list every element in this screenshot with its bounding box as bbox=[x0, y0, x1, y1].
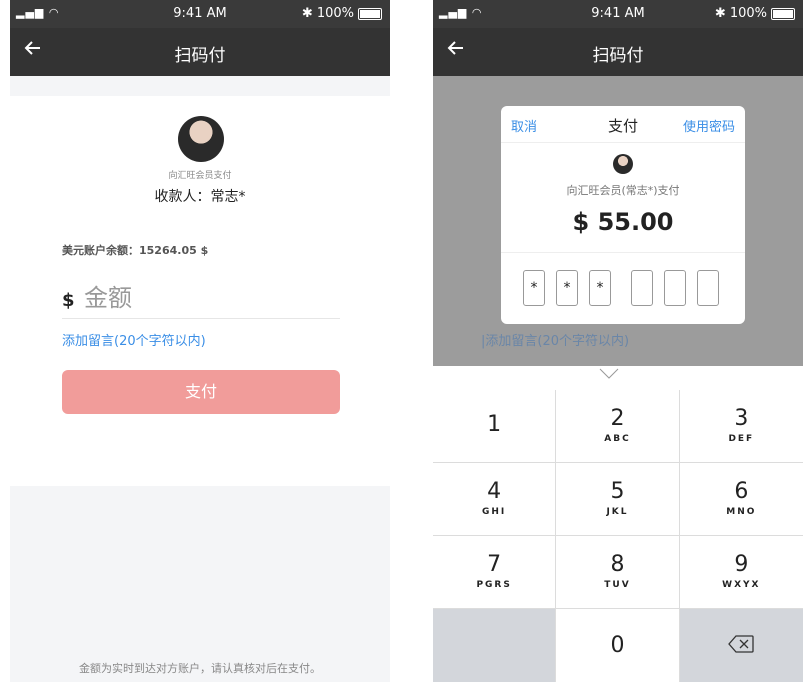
key-digit: 6 bbox=[734, 479, 749, 504]
chevron-down-icon[interactable] bbox=[599, 368, 619, 380]
backspace-icon bbox=[680, 635, 803, 657]
key-digit: 9 bbox=[734, 552, 749, 577]
key-letters: WXYX bbox=[722, 580, 761, 590]
key-letters: GHI bbox=[482, 507, 507, 517]
page-title: 扫码付 bbox=[174, 46, 226, 66]
avatar bbox=[613, 154, 633, 174]
payee-name: 收款人：常志* bbox=[154, 189, 246, 205]
amount-input[interactable]: $ 金额 bbox=[62, 278, 340, 319]
nav-bar: 扫码付 bbox=[433, 28, 803, 76]
key-letters: ABC bbox=[604, 434, 631, 444]
pin-digit[interactable] bbox=[697, 270, 719, 306]
key-letters: DEF bbox=[728, 434, 755, 444]
payment-amount: $ 55.00 bbox=[572, 208, 674, 236]
payee-subtitle: 向汇旺会员(常志*)支付 bbox=[566, 184, 680, 197]
key-5[interactable]: 5 JKL bbox=[556, 463, 680, 536]
page-title: 扫码付 bbox=[592, 46, 644, 66]
key-digit: 5 bbox=[610, 479, 625, 504]
pin-digit[interactable]: * bbox=[589, 270, 611, 306]
number-keypad: 1 2 ABC 3 DEF 4 GHI 5 JKL 6 MNO 7 PGRS 8 TUV 9 W… bbox=[433, 390, 803, 682]
pin-digit[interactable]: * bbox=[556, 270, 578, 306]
key-1[interactable]: 1 bbox=[433, 390, 557, 463]
key-0[interactable]: 0 bbox=[556, 609, 680, 682]
add-remark-link[interactable]: |添加留言(20个字符以内) bbox=[481, 330, 629, 349]
battery-percent: 100% bbox=[316, 6, 354, 21]
nav-bar: 扫码付 bbox=[10, 28, 390, 76]
payee-subtitle: 向汇旺会员支付 bbox=[168, 171, 232, 181]
key-digit: 0 bbox=[610, 633, 625, 658]
avatar bbox=[178, 116, 224, 162]
payment-dialog: 取消 支付 使用密码 向汇旺会员(常志*)支付 $ 55.00 * * * bbox=[501, 106, 745, 324]
pin-digit[interactable]: * bbox=[523, 270, 545, 306]
payment-form: 美元账户余额：15264.05 $ $ 金额 添加留言(20个字符以内) bbox=[10, 226, 390, 352]
battery-indicator: ✱ 100% bbox=[302, 6, 382, 21]
key-letters: PGRS bbox=[476, 580, 512, 590]
footnote: 金额为实时到达对方账户，请认真核对后在支付。 bbox=[79, 662, 321, 675]
key-9[interactable]: 9 WXYX bbox=[679, 536, 803, 609]
key-8[interactable]: 8 TUV bbox=[556, 536, 680, 609]
balance-text: 美元账户余额：15264.05 $ bbox=[62, 244, 209, 257]
key-3[interactable]: 3 DEF bbox=[679, 390, 803, 463]
key-letters: JKL bbox=[606, 507, 629, 517]
add-remark-link[interactable]: 添加留言(20个字符以内) bbox=[62, 330, 206, 349]
payment-screen: ▂▄▆ ◠ 9:41 AM ✱ 100% 扫码付 向汇旺会员支付 收款人：常志*… bbox=[10, 0, 390, 682]
key-4[interactable]: 4 GHI bbox=[433, 463, 557, 536]
key-digit: 7 bbox=[487, 552, 502, 577]
divider bbox=[501, 252, 745, 253]
key-digit: 1 bbox=[487, 412, 502, 437]
key-7[interactable]: 7 PGRS bbox=[433, 536, 557, 609]
battery-percent: 100% bbox=[729, 6, 767, 21]
payee-card: 向汇旺会员支付 收款人：常志* bbox=[10, 96, 390, 226]
pin-digit[interactable] bbox=[631, 270, 653, 306]
status-bar: ▂▄▆ ◠ 9:41 AM ✱ 100% bbox=[10, 0, 390, 28]
password-screen: ▂▄▆ ◠ 9:41 AM ✱ 100% 扫码付 |添加留言(20个字符以内) … bbox=[433, 0, 803, 682]
key-2[interactable]: 2 ABC bbox=[556, 390, 680, 463]
divider bbox=[501, 142, 745, 143]
key-letters: TUV bbox=[604, 580, 631, 590]
pin-digit[interactable] bbox=[664, 270, 686, 306]
key-digit: 3 bbox=[734, 406, 749, 431]
bluetooth-icon: ✱ bbox=[714, 6, 726, 21]
key-6[interactable]: 6 MNO bbox=[679, 463, 803, 536]
backspace-key[interactable] bbox=[679, 609, 803, 682]
key-digit: 4 bbox=[487, 479, 502, 504]
battery-icon bbox=[771, 7, 795, 20]
bluetooth-icon: ✱ bbox=[301, 6, 313, 21]
battery-indicator: ✱ 100% bbox=[715, 6, 795, 21]
key-digit: 8 bbox=[610, 552, 625, 577]
use-password-button[interactable]: 使用密码 bbox=[683, 116, 735, 135]
status-bar: ▂▄▆ ◠ 9:41 AM ✱ 100% bbox=[433, 0, 803, 28]
key-letters: MNO bbox=[726, 507, 757, 517]
key-digit: 2 bbox=[610, 406, 625, 431]
battery-icon bbox=[358, 7, 382, 20]
key-blank bbox=[433, 609, 557, 682]
pay-button[interactable]: 支付 bbox=[62, 370, 340, 414]
amount-placeholder: 金额 bbox=[84, 284, 132, 312]
currency-symbol: $ bbox=[62, 290, 75, 311]
keyboard-toggle[interactable] bbox=[433, 366, 803, 390]
